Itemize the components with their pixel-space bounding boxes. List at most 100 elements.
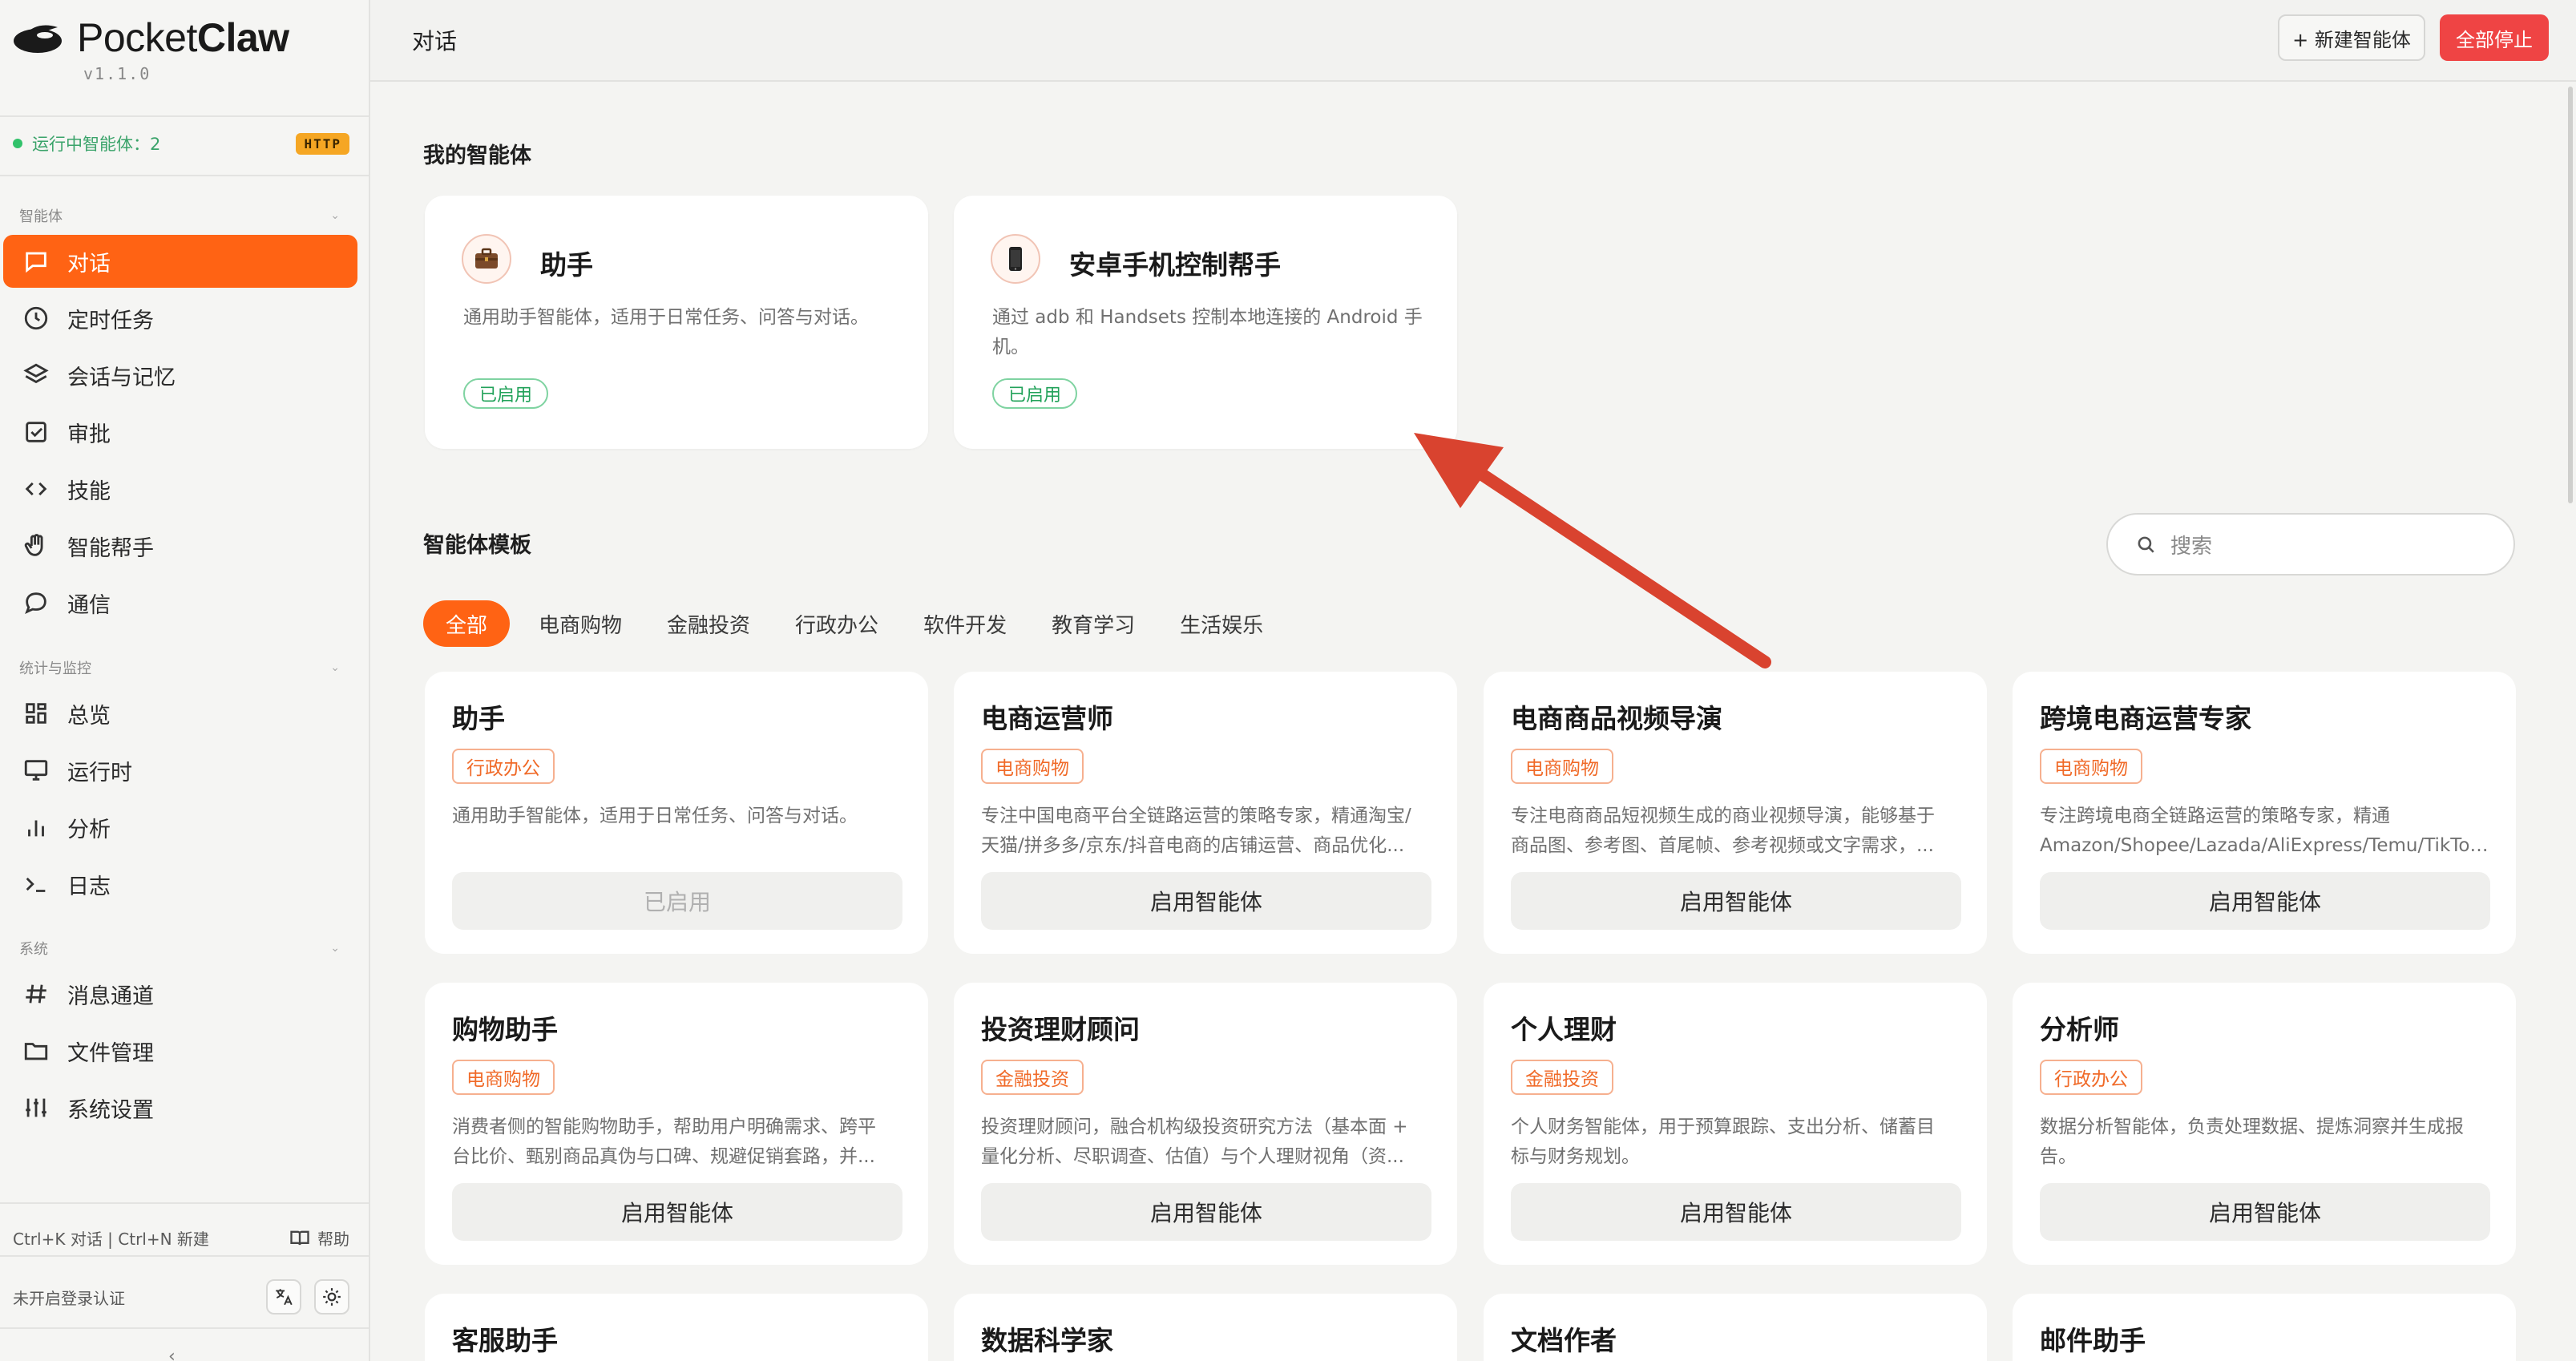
theme-toggle-button[interactable]	[314, 1279, 349, 1315]
sidebar-item-approval[interactable]: 审批	[3, 406, 357, 458]
enable-agent-button[interactable]: 启用智能体	[981, 1183, 1431, 1241]
sidebar-item-sessions-memory[interactable]: 会话与记忆	[3, 349, 357, 402]
agent-name: 安卓手机控制帮手	[1069, 249, 1281, 281]
section-label: 系统	[19, 941, 48, 958]
section-label: 统计与监控	[19, 660, 91, 677]
template-description: 专注跨境电商全链路运营的策略专家，精通 Amazon/Shopee/Lazada/…	[2040, 806, 2492, 856]
sidebar-item-overview[interactable]: 总览	[3, 687, 357, 740]
template-name: 助手	[452, 703, 505, 734]
main-scrollbar[interactable]	[2568, 87, 2573, 503]
template-category-tag: 电商购物	[981, 749, 1084, 784]
sidebar-item-label: 审批	[67, 422, 111, 447]
section-stats-monitoring[interactable]: 统计与监控 ⌄	[19, 657, 340, 678]
section-system[interactable]: 系统 ⌄	[19, 938, 340, 959]
sidebar-item-label: 消息通道	[67, 983, 154, 1009]
enable-agent-button[interactable]: 启用智能体	[2040, 872, 2490, 930]
book-icon	[290, 1230, 309, 1245]
enable-agent-button[interactable]: 启用智能体	[1511, 1183, 1961, 1241]
help-link[interactable]: 帮助	[289, 1226, 349, 1250]
status-dot-icon	[13, 139, 22, 148]
tab-ecommerce[interactable]: 电商购物	[539, 609, 622, 639]
stop-all-button[interactable]: 全部停止	[2440, 14, 2549, 61]
status-badge: 已启用	[992, 378, 1078, 409]
app-name: PocketClaw	[77, 15, 289, 60]
template-card: 文档作者	[1484, 1294, 1987, 1361]
sidebar-item-skills[interactable]: 技能	[3, 462, 357, 515]
sidebar-item-message-channels[interactable]: 消息通道	[3, 967, 357, 1020]
templates-title: 智能体模板	[423, 533, 531, 558]
sidebar-item-file-management[interactable]: 文件管理	[3, 1024, 357, 1077]
template-card: 电商商品视频导演 电商购物 专注电商商品短视频生成的商业视频导演，能够基于 商品图…	[1484, 672, 1987, 954]
section-agents[interactable]: 智能体 ⌄	[19, 205, 340, 226]
collapse-sidebar-icon[interactable]: ‹	[168, 1347, 176, 1361]
chevron-down-icon: ⌄	[330, 209, 340, 222]
template-search-input[interactable]: 搜索	[2106, 513, 2515, 575]
enable-agent-button[interactable]: 启用智能体	[981, 872, 1431, 930]
template-category-tag: 电商购物	[1511, 749, 1613, 784]
template-description: 消费者侧的智能购物助手，帮助用户明确需求、跨平 台比价、甄别商品真伪与口碑、规避促…	[452, 1117, 876, 1167]
enable-agent-button[interactable]: 启用智能体	[1511, 872, 1961, 930]
chat-icon	[26, 252, 46, 273]
tab-software-dev[interactable]: 软件开发	[923, 609, 1007, 639]
sidebar-item-label: 定时任务	[67, 308, 154, 333]
agent-avatar	[462, 234, 511, 284]
sidebar-item-analysis[interactable]: 分析	[3, 801, 357, 854]
template-name: 跨境电商运营专家	[2040, 703, 2251, 734]
sidebar-item-scheduled-tasks[interactable]: 定时任务	[3, 292, 357, 345]
enabled-button[interactable]: 已启用	[452, 872, 902, 930]
template-category-tag: 电商购物	[452, 1060, 555, 1095]
sidebar-item-label: 会话与记忆	[67, 365, 176, 390]
sidebar-item-communication[interactable]: 通信	[3, 576, 357, 629]
sidebar-item-logs[interactable]: 日志	[3, 858, 357, 911]
divider	[0, 115, 369, 117]
new-agent-button[interactable]: + 新建智能体	[2278, 14, 2425, 61]
status-badge: 已启用	[463, 378, 549, 409]
sidebar-item-label: 智能帮手	[67, 535, 154, 561]
template-name: 购物助手	[452, 1014, 558, 1045]
agent-name: 助手	[540, 249, 593, 281]
sidebar: PocketClaw v1.1.0 运行中智能体：2 HTTP 智能体 ⌄ 对话…	[0, 0, 370, 1361]
agent-description: 通过 adb 和 Handsets 控制本地连接的 Android 手机。	[992, 307, 1423, 357]
sidebar-item-runtime[interactable]: 运行时	[3, 744, 357, 797]
layers-icon	[23, 363, 49, 384]
tab-lifestyle[interactable]: 生活娱乐	[1180, 609, 1263, 639]
enable-agent-button[interactable]: 启用智能体	[2040, 1183, 2490, 1241]
divider	[0, 1255, 369, 1257]
agent-card-android-control[interactable]: 安卓手机控制帮手 通过 adb 和 Handsets 控制本地连接的 Andro…	[954, 196, 1457, 449]
tab-education[interactable]: 教育学习	[1052, 609, 1135, 639]
tab-finance[interactable]: 金融投资	[667, 609, 750, 639]
tab-all[interactable]: 全部	[423, 600, 511, 647]
template-category-tag: 电商购物	[2040, 749, 2142, 784]
app-version: v1.1.0	[83, 64, 151, 83]
running-agents-label: 运行中智能体：2	[32, 135, 161, 154]
template-description: 专注中国电商平台全链路运营的策略专家，精通淘宝/天猫/拼多多/京东/抖音电商的店…	[981, 806, 1411, 856]
sidebar-item-label: 日志	[67, 874, 111, 899]
template-name: 电商运营师	[981, 703, 1113, 734]
help-label: 帮助	[317, 1230, 349, 1249]
language-toggle-button[interactable]	[266, 1279, 301, 1315]
folder-icon	[24, 1043, 48, 1060]
template-description: 通用助手智能体，适用于日常任务、问答与对话。	[452, 806, 858, 826]
chevron-down-icon: ⌄	[330, 942, 340, 955]
enable-agent-button[interactable]: 启用智能体	[452, 1183, 902, 1241]
sidebar-item-label: 分析	[67, 817, 111, 842]
app-logo[interactable]: PocketClaw	[13, 14, 289, 61]
auth-status-text: 未开启登录认证	[13, 1288, 125, 1308]
template-card: 助手 行政办公 通用助手智能体，适用于日常任务、问答与对话。 已启用	[425, 672, 928, 954]
monitor-icon	[24, 760, 48, 781]
tab-admin-office[interactable]: 行政办公	[795, 609, 878, 639]
template-description: 投资理财顾问，融合机构级投资研究方法（基本面 + 量化分析、尽职调查、估值）与个人…	[981, 1117, 1408, 1167]
page-title: 对话	[412, 28, 458, 55]
template-name: 个人理财	[1511, 1014, 1617, 1045]
keyboard-shortcut-hint: Ctrl+K 对话 | Ctrl+N 新建 帮助	[13, 1226, 349, 1250]
grid-icon	[26, 703, 46, 724]
my-agents-title: 我的智能体	[423, 143, 531, 168]
template-card: 客服助手	[425, 1294, 928, 1361]
template-description: 专注电商商品短视频生成的商业视频导演，能够基于 商品图、参考图、首尾帧、参考视频或…	[1511, 806, 1935, 856]
sidebar-item-smart-helper[interactable]: 智能帮手	[3, 519, 357, 572]
sidebar-item-chat[interactable]: 对话	[3, 235, 357, 288]
agent-card-assistant[interactable]: 助手 通用助手智能体，适用于日常任务、问答与对话。 已启用	[425, 196, 928, 449]
sidebar-item-system-settings[interactable]: 系统设置	[3, 1081, 357, 1134]
sidebar-item-label: 通信	[67, 592, 111, 618]
template-name: 邮件助手	[2040, 1325, 2146, 1356]
